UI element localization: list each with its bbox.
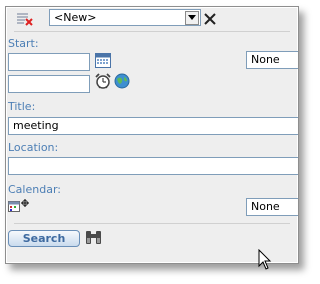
binoculars-icon[interactable]	[85, 229, 102, 246]
chevron-down-icon[interactable]	[185, 10, 199, 25]
search-panel: <New> Start: None Title: meeting Locatio…	[5, 6, 299, 264]
title-label: Title:	[8, 100, 36, 113]
template-select-value: <New>	[54, 10, 97, 24]
close-icon[interactable]	[204, 10, 216, 25]
start-label: Start:	[8, 37, 39, 50]
location-input[interactable]	[8, 157, 298, 175]
calendar-label: Calendar:	[8, 183, 61, 196]
calendar-picker-icon[interactable]	[95, 52, 111, 68]
globe-icon[interactable]	[114, 73, 130, 89]
mouse-cursor-icon	[258, 248, 272, 275]
list-delete-icon[interactable]	[16, 11, 34, 26]
panel-inner-border	[6, 7, 298, 263]
start-timezone-value: None	[251, 53, 280, 66]
search-button[interactable]: Search	[8, 230, 80, 247]
calendar-select-value: None	[251, 200, 280, 213]
location-label: Location:	[8, 141, 59, 154]
start-time-input[interactable]	[8, 75, 90, 93]
title-input[interactable]: meeting	[8, 117, 298, 135]
alarm-clock-icon[interactable]	[95, 73, 111, 89]
toolbar-divider	[14, 31, 290, 32]
start-timezone-select[interactable]: None	[246, 51, 298, 69]
calendar-add-icon[interactable]	[8, 197, 32, 212]
start-date-input[interactable]	[8, 53, 90, 71]
template-select[interactable]: <New>	[49, 9, 201, 26]
actions-divider	[14, 223, 290, 224]
calendar-select[interactable]: None	[246, 198, 298, 216]
